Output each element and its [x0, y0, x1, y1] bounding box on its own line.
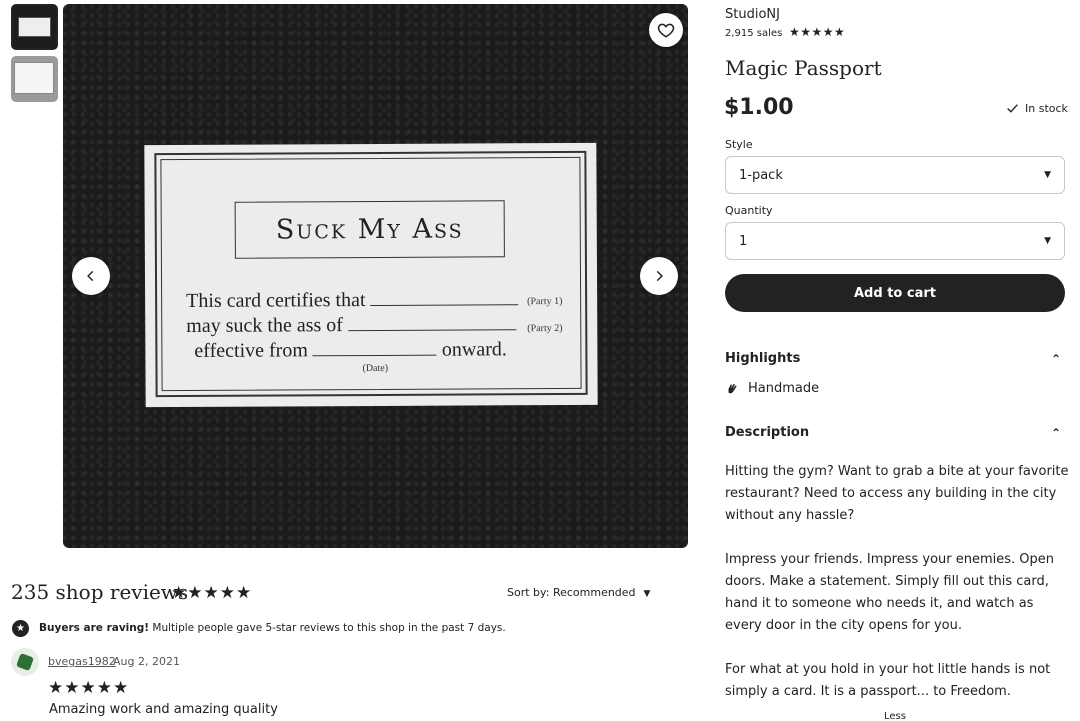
shop-stars: ★★★★★	[789, 25, 846, 39]
reviewer-name[interactable]: bvegas1982	[48, 655, 116, 668]
thumbnail-2[interactable]	[11, 56, 58, 102]
card-line-3-end: onward.	[441, 338, 507, 361]
chevron-up-icon: ⌃	[1050, 426, 1061, 440]
raving-text: Multiple people gave 5-star reviews to t…	[152, 622, 506, 634]
card-blank	[312, 339, 437, 357]
check-icon	[1007, 104, 1018, 113]
chevron-left-icon	[87, 270, 94, 282]
caret-down-icon: ▼	[643, 589, 651, 599]
sort-label: Sort by: Recommended	[507, 586, 636, 599]
hand-icon	[728, 383, 737, 393]
passport-card: Suck My Ass This card certifies that (Pa…	[144, 142, 598, 408]
shop-name-link[interactable]: StudioNJ	[725, 7, 780, 22]
thumbnail-card-image	[18, 17, 51, 37]
quantity-select[interactable]: 1 ▼	[725, 222, 1065, 260]
card-line-2: may suck the ass of	[186, 313, 516, 338]
thumbnail-card-image	[14, 62, 54, 94]
stock-status: In stock	[1006, 102, 1068, 115]
card-party2-tag: (Party 2)	[527, 322, 563, 335]
card-title: Suck My Ass	[275, 213, 464, 246]
product-price: $1.00	[724, 95, 794, 120]
card-line-1-text: This card certifies that	[186, 289, 366, 312]
sales-count: 2,915 sales	[725, 28, 783, 39]
thumbnail-1[interactable]	[11, 4, 58, 50]
previous-image-button[interactable]	[72, 257, 110, 295]
caret-down-icon: ▼	[1044, 170, 1051, 180]
highlight-label: Handmade	[748, 381, 820, 396]
raving-bold: Buyers are raving!	[39, 622, 150, 634]
highlights-toggle[interactable]: Highlights ⌃	[725, 351, 1065, 366]
shop-rating-stars: ★★★★★	[171, 583, 253, 603]
description-heading: Description	[725, 425, 810, 440]
less-toggle[interactable]: Less	[884, 711, 906, 721]
description-paragraph-3: For what at you hold in your hot little …	[725, 662, 1051, 699]
card-line-2-text: may suck the ass of	[186, 314, 343, 337]
style-label: Style	[725, 138, 753, 151]
next-image-button[interactable]	[640, 257, 678, 295]
highlight-item: Handmade	[725, 381, 819, 396]
caret-down-icon: ▼	[1044, 236, 1051, 246]
add-to-cart-button[interactable]: Add to cart	[725, 274, 1065, 312]
avatar-shape	[16, 653, 34, 671]
sort-dropdown[interactable]: Sort by: Recommended ▼	[507, 586, 650, 599]
product-title: Magic Passport	[725, 56, 882, 80]
quantity-label: Quantity	[725, 204, 773, 217]
quantity-value: 1	[739, 233, 748, 249]
card-blank	[347, 314, 516, 332]
description-paragraph-1: Hitting the gym? Want to grab a bite at …	[725, 464, 1069, 523]
description-paragraph-2: Impress your friends. Impress your enemi…	[725, 552, 1055, 633]
chevron-right-icon	[656, 270, 663, 282]
main-product-image: Suck My Ass This card certifies that (Pa…	[63, 4, 688, 548]
favorite-button[interactable]	[649, 13, 683, 47]
star-badge-icon: ★	[12, 620, 29, 637]
style-select[interactable]: 1-pack ▼	[725, 156, 1065, 194]
card-party1-tag: (Party 1)	[527, 295, 563, 308]
description-toggle[interactable]: Description ⌃	[725, 425, 1065, 440]
reviews-heading: 235 shop reviews	[11, 580, 189, 604]
chevron-up-icon: ⌃	[1050, 352, 1061, 366]
stock-text: In stock	[1025, 102, 1068, 115]
avatar[interactable]	[11, 648, 39, 676]
card-line-3: effective from onward.	[194, 338, 507, 363]
style-value: 1-pack	[739, 167, 783, 183]
heart-icon	[657, 23, 675, 38]
review-stars: ★★★★★	[48, 678, 130, 698]
card-line-3-start: effective from	[194, 339, 308, 362]
review-text: Amazing work and amazing quality	[49, 702, 278, 717]
card-title-box: Suck My Ass	[234, 200, 505, 259]
card-line-1: This card certifies that	[186, 288, 519, 313]
raving-banner: Buyers are raving! Multiple people gave …	[39, 622, 506, 634]
review-date: Aug 2, 2021	[113, 655, 180, 668]
card-blank	[370, 289, 519, 307]
card-date-tag: (Date)	[362, 362, 389, 375]
highlights-heading: Highlights	[725, 351, 801, 366]
